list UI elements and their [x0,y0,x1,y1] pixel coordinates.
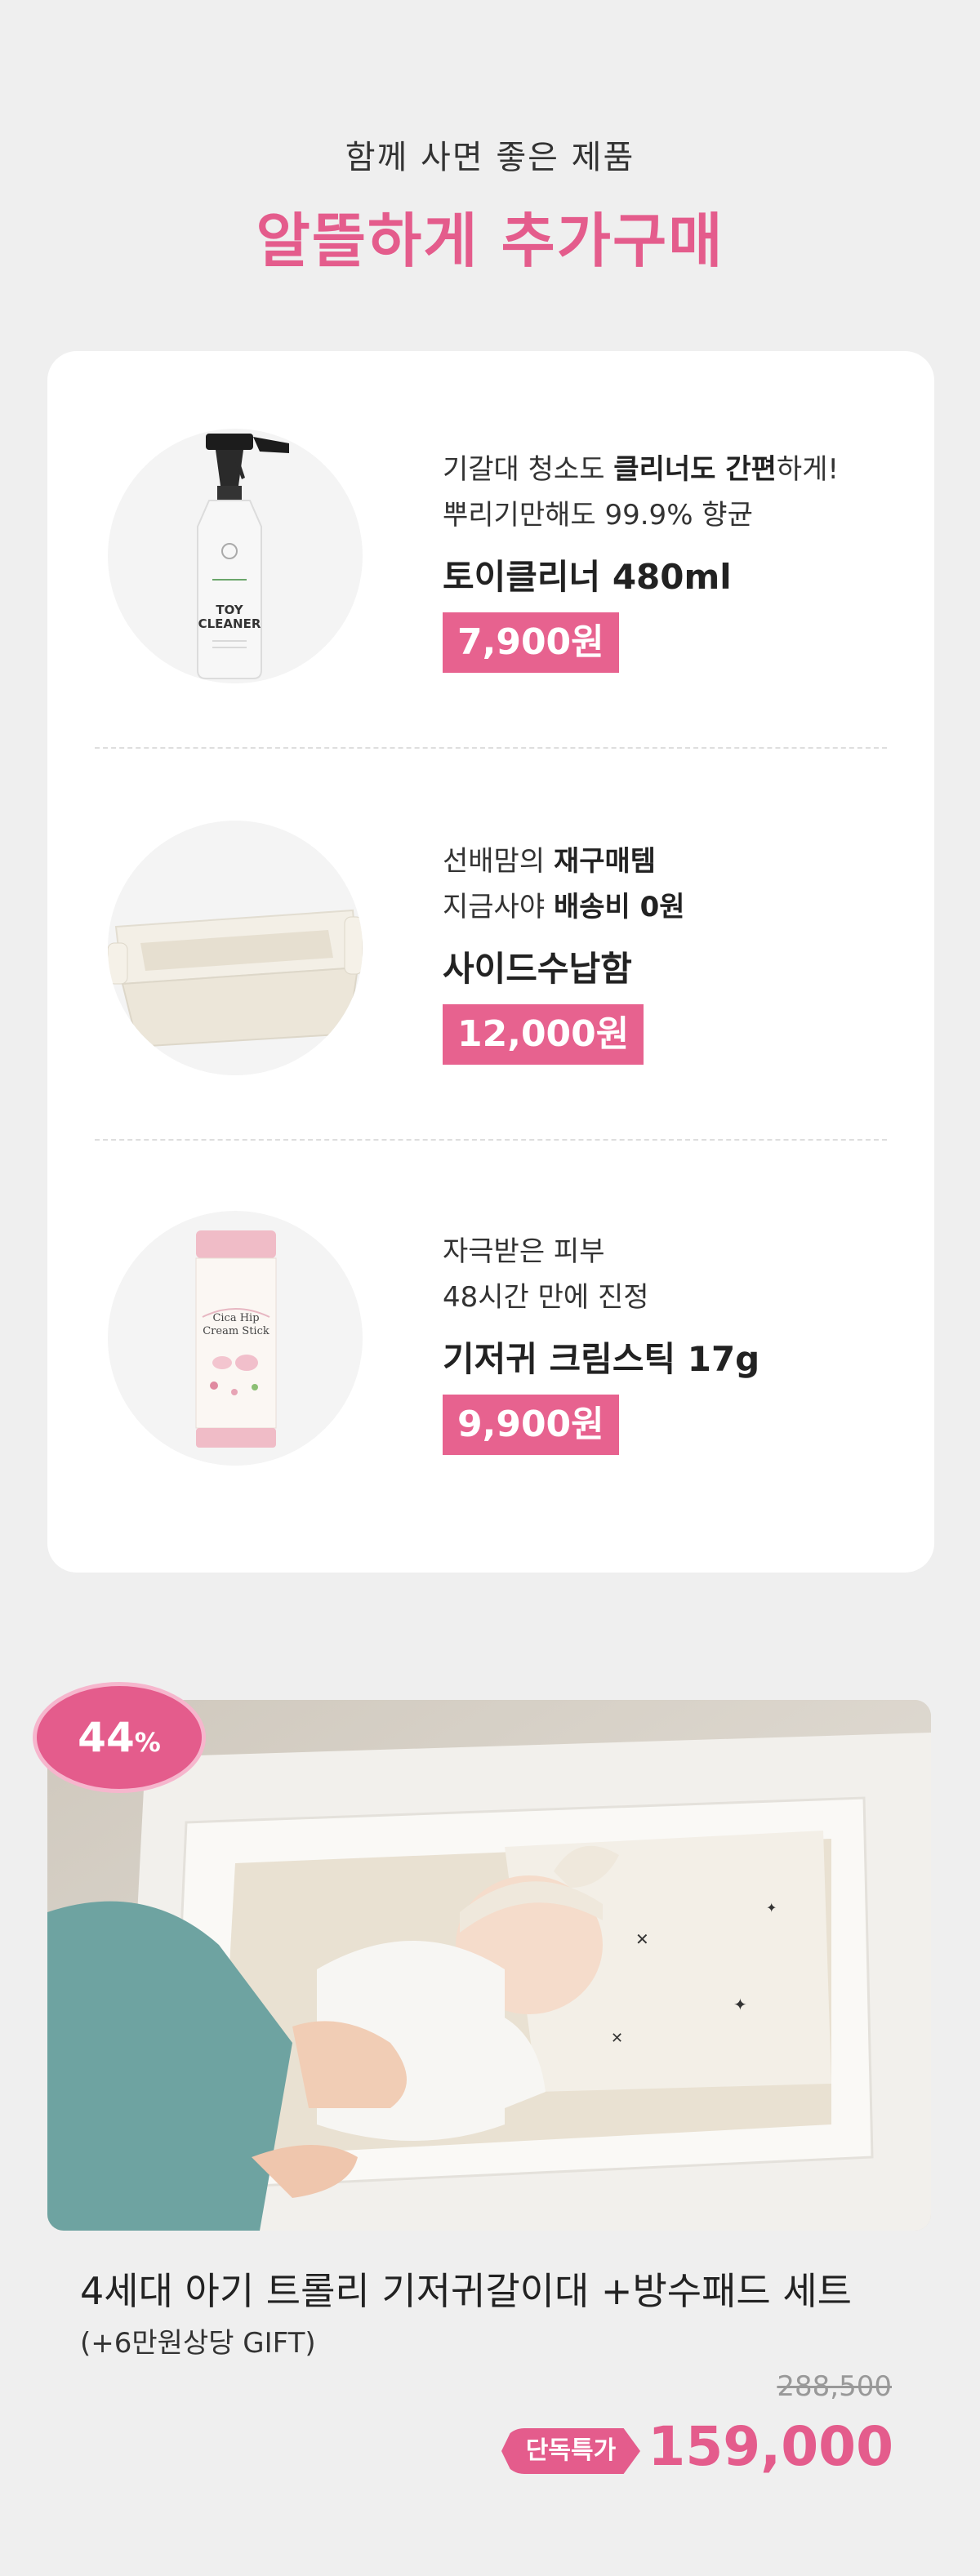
storage-box-icon [108,909,363,1048]
addon-product-cream-stick[interactable]: Cica Hip Cream Stick 자극받은 피부 48시간 만에 진정 … [47,1211,934,1466]
main-product-photo[interactable]: ✕ ✦ ✕ ✦ [47,1700,931,2231]
side-storage-price: 12,000원 [443,1004,644,1065]
cream-stick-icon [195,1230,277,1448]
svg-text:✕: ✕ [611,2030,623,2047]
discount-badge: 44% [33,1682,206,1793]
divider [95,1139,887,1141]
toy-cleaner-desc-2: 뿌리기만해도 99.9% 향균 [443,499,753,532]
svg-text:✦: ✦ [733,1995,747,2014]
spray-bottle-icon [197,434,289,679]
side-storage-name: 사이드수납함 [443,949,632,989]
side-storage-info: 선배맘의 재구매템 지금사야 배송비 0원 사이드수납함 12,000원 [443,839,685,1065]
cream-stick-name: 기저귀 크림스틱 17g [443,1339,760,1379]
cream-stick-desc-1: 자극받은 피부 [443,1235,605,1268]
svg-text:✦: ✦ [766,1900,777,1915]
svg-text:✕: ✕ [635,1929,649,1949]
toy-cleaner-name: 토이클리너 480ml [443,557,732,597]
special-price-tag: 단독특가 [501,2428,640,2474]
toy-cleaner-price: 7,900원 [443,612,619,673]
divider [95,747,887,749]
section-subtitle: 함께 사면 좋은 제품 [345,139,635,176]
side-storage-image [108,821,363,1075]
side-storage-desc-1: 선배맘의 재구매템 [443,845,657,878]
main-product-title[interactable]: 4세대 아기 트롤리 기저귀갈이대 +방수패드 세트 [80,2262,852,2316]
cream-stick-label: Cica Hip Cream Stick [203,1312,270,1337]
toy-cleaner-info: 기갈대 청소도 클리너도 간편하게! 뿌리기만해도 99.9% 향균 토이클리너… [443,447,839,673]
cream-stick-desc-2: 48시간 만에 진정 [443,1281,649,1314]
toy-cleaner-image: TOY CLEANER [108,429,363,683]
cream-stick-info: 자극받은 피부 48시간 만에 진정 기저귀 크림스틱 17g 9,900원 [443,1229,760,1455]
toy-cleaner-desc-1: 기갈대 청소도 클리너도 간편하게! [443,453,840,486]
side-storage-desc-2: 지금사야 배송비 0원 [443,891,685,923]
main-product-gift: (+6만원상당 GIFT) [80,2327,316,2360]
section-title: 알뜰하게 추가구매 [256,207,724,275]
baby-changing-table-photo: ✕ ✦ ✕ ✦ [47,1700,931,2231]
cream-stick-price: 9,900원 [443,1395,619,1455]
addon-products-card: TOY CLEANER 기갈대 청소도 클리너도 간편하게! 뿌리기만해도 99… [47,351,934,1573]
original-price: 288,500 [777,2370,892,2403]
cream-stick-image: Cica Hip Cream Stick [108,1211,363,1466]
addon-product-toy-cleaner[interactable]: TOY CLEANER 기갈대 청소도 클리너도 간편하게! 뿌리기만해도 99… [47,429,934,683]
sale-price: 159,000 [648,2415,893,2478]
toy-cleaner-label: TOY CLEANER [198,603,261,631]
addon-product-side-storage[interactable]: 선배맘의 재구매템 지금사야 배송비 0원 사이드수납함 12,000원 [47,821,934,1075]
